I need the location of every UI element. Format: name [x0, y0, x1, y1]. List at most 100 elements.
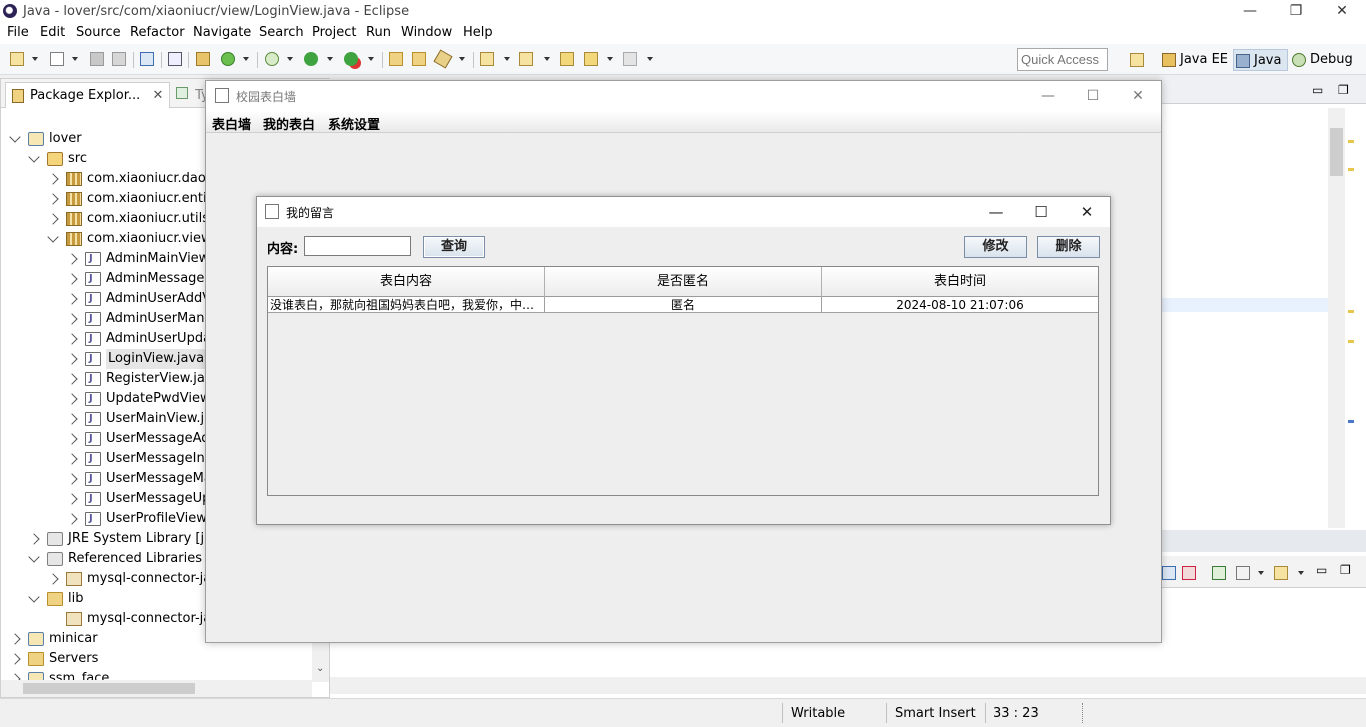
maximize-icon[interactable]: ☐	[1070, 83, 1116, 109]
chevron-right-icon[interactable]	[66, 373, 78, 385]
column-header-time[interactable]: 表白时间	[822, 267, 1098, 297]
column-header-content[interactable]: 表白内容	[268, 267, 545, 297]
chevron-down-icon[interactable]	[1258, 571, 1264, 575]
chevron-down-icon[interactable]	[47, 231, 59, 243]
perspective-java-ee[interactable]: Java EE	[1160, 49, 1228, 71]
maximize-panel-icon[interactable]: ❐	[1338, 83, 1349, 97]
chevron-right-icon[interactable]	[66, 493, 78, 505]
menu-source[interactable]: Source	[76, 25, 121, 40]
run-icon[interactable]	[304, 52, 318, 66]
tree-horizontal-scrollbar[interactable]	[1, 680, 312, 697]
chevron-right-icon[interactable]	[66, 253, 78, 265]
maximize-panel-icon[interactable]: ❐	[1340, 563, 1351, 577]
quick-access-input[interactable]	[1017, 48, 1108, 71]
chevron-right-icon[interactable]	[66, 453, 78, 465]
overview-marker[interactable]	[1348, 340, 1354, 343]
overview-marker[interactable]	[1348, 140, 1354, 143]
minimize-icon[interactable]: —	[1227, 0, 1273, 22]
close-tab-icon[interactable]: ✕	[152, 88, 163, 103]
chevron-down-icon[interactable]	[647, 57, 653, 61]
tree-item[interactable]: Servers	[1, 649, 311, 669]
open-folder-icon[interactable]	[412, 52, 426, 66]
close-icon[interactable]: ✕	[1064, 199, 1110, 225]
minimize-panel-icon[interactable]: ▭	[1312, 83, 1323, 97]
cell-time[interactable]: 2024-08-10 21:07:06	[822, 297, 1098, 313]
chevron-down-icon[interactable]	[504, 57, 510, 61]
minimize-icon[interactable]: —	[1025, 83, 1071, 109]
menu-refactor[interactable]: Refactor	[130, 25, 185, 40]
chevron-down-icon[interactable]	[607, 57, 613, 61]
back-arrow-icon[interactable]	[584, 52, 598, 66]
cell-anonymous[interactable]: 匿名	[545, 297, 822, 313]
chevron-right-icon[interactable]	[47, 573, 59, 585]
chevron-right-icon[interactable]	[66, 513, 78, 525]
pen-icon[interactable]	[433, 49, 453, 69]
chevron-down-icon[interactable]: ⌄	[316, 663, 324, 674]
chevron-down-icon[interactable]	[459, 57, 465, 61]
chevron-down-icon[interactable]	[368, 57, 374, 61]
table-row[interactable]: 没谁表白，那就向祖国妈妈表白吧，我爱你，中国... 匿名 2024-08-10 …	[268, 297, 1098, 313]
chevron-down-icon[interactable]	[327, 57, 333, 61]
external-tools-icon[interactable]	[344, 52, 358, 66]
maximize-icon[interactable]: ☐	[1018, 199, 1064, 225]
chevron-right-icon[interactable]	[66, 273, 78, 285]
open-type-icon[interactable]	[389, 52, 403, 66]
chevron-right-icon[interactable]	[9, 653, 21, 665]
close-icon[interactable]: ✕	[1319, 0, 1365, 22]
previous-annotation-icon[interactable]	[519, 52, 533, 66]
menu-file[interactable]: File	[7, 25, 29, 40]
console-icon[interactable]	[140, 52, 154, 66]
pin-console-icon[interactable]	[1162, 566, 1176, 580]
open-perspective-icon[interactable]	[1130, 53, 1144, 67]
menu-window[interactable]: Window	[401, 25, 452, 40]
chevron-right-icon[interactable]	[66, 293, 78, 305]
search-button[interactable]: 查询	[423, 236, 485, 258]
chevron-down-icon[interactable]	[32, 57, 38, 61]
chevron-right-icon[interactable]	[47, 213, 59, 225]
overview-marker[interactable]	[1348, 310, 1354, 313]
delete-button[interactable]: 删除	[1037, 236, 1100, 258]
column-header-anonymous[interactable]: 是否匿名	[545, 267, 822, 297]
package-icon[interactable]	[196, 52, 210, 66]
display-selected-console-icon[interactable]	[1212, 566, 1226, 580]
save-icon[interactable]	[90, 52, 104, 66]
chevron-right-icon[interactable]	[9, 633, 21, 645]
minimize-panel-icon[interactable]: ▭	[1316, 563, 1327, 577]
chevron-down-icon[interactable]	[28, 591, 40, 603]
last-edit-icon[interactable]	[560, 52, 574, 66]
perspective-debug[interactable]: Debug	[1290, 49, 1353, 71]
menu-navigate[interactable]: Navigate	[193, 25, 251, 40]
chevron-right-icon[interactable]	[66, 413, 78, 425]
chevron-down-icon[interactable]	[28, 151, 40, 163]
new-file-icon[interactable]	[50, 52, 64, 66]
chevron-down-icon[interactable]	[1298, 571, 1304, 575]
scrollbar-thumb[interactable]	[1330, 128, 1343, 176]
menu-edit[interactable]: Edit	[40, 25, 65, 40]
chevron-right-icon[interactable]	[47, 193, 59, 205]
bottom-horizontal-scrollbar[interactable]	[330, 677, 1366, 694]
menu-help[interactable]: Help	[463, 25, 493, 40]
chevron-down-icon[interactable]	[72, 57, 78, 61]
overview-marker[interactable]	[1348, 420, 1354, 423]
minimize-icon[interactable]: —	[973, 199, 1019, 225]
perspective-java[interactable]: Java	[1233, 49, 1289, 71]
forward-arrow-icon[interactable]	[623, 52, 637, 66]
editor-vertical-scrollbar[interactable]	[1328, 108, 1345, 528]
debug-icon[interactable]	[265, 52, 279, 66]
menu-project[interactable]: Project	[312, 25, 356, 40]
chevron-right-icon[interactable]	[66, 473, 78, 485]
chevron-down-icon[interactable]	[243, 57, 249, 61]
chevron-right-icon[interactable]	[66, 393, 78, 405]
tab-package-explorer[interactable]: Package Explor... ✕	[5, 82, 171, 108]
chevron-down-icon[interactable]	[28, 551, 40, 563]
chevron-down-icon[interactable]	[9, 131, 21, 143]
chevron-down-icon[interactable]	[287, 57, 293, 61]
scrollbar-thumb[interactable]	[23, 683, 195, 694]
menu-my-confessions[interactable]: 我的表白	[263, 114, 315, 133]
new-console-icon[interactable]	[1274, 566, 1288, 580]
chevron-right-icon[interactable]	[66, 433, 78, 445]
open-console-icon[interactable]	[1236, 566, 1250, 580]
menu-run[interactable]: Run	[366, 25, 391, 40]
content-search-input[interactable]	[304, 236, 411, 256]
remove-launch-icon[interactable]	[1182, 566, 1196, 580]
